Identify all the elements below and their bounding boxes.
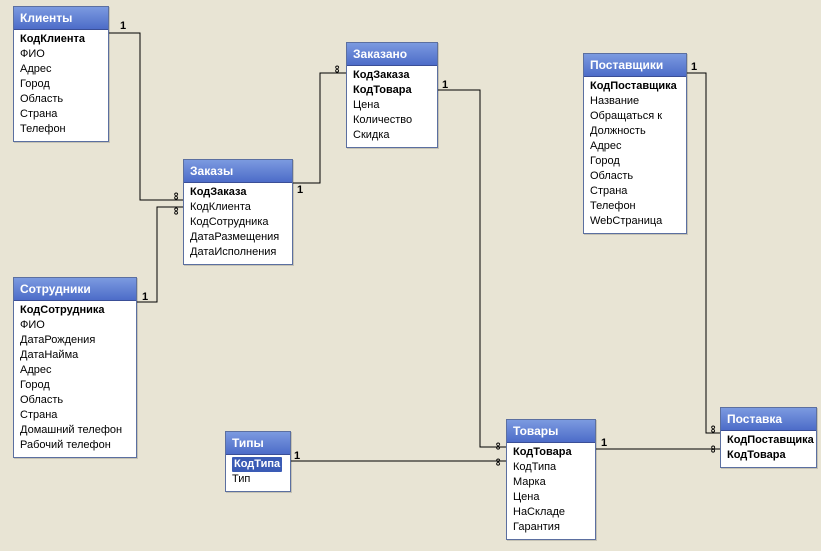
entity-field[interactable]: КодСотрудника [20, 303, 130, 318]
entity-field[interactable]: Телефон [20, 122, 102, 137]
entity-orderDetails-title[interactable]: Заказано [347, 43, 437, 66]
card-one-orders: 1 [297, 184, 303, 196]
entity-field[interactable]: Телефон [590, 199, 680, 214]
entity-field[interactable]: Обращаться к [590, 109, 680, 124]
entity-field[interactable]: КодЗаказа [190, 185, 286, 200]
entity-field[interactable]: КодПоставщика [727, 433, 810, 448]
entity-products-title[interactable]: Товары [507, 420, 595, 443]
card-one-ordered-prod: 1 [442, 79, 448, 91]
card-many-products-type: ∞ [492, 458, 504, 466]
entity-types-fields: КодТипаТип [226, 455, 290, 491]
entity-field[interactable]: КодКлиента [190, 200, 286, 215]
entity-field[interactable]: WebСтраница [590, 214, 680, 229]
entity-field[interactable]: Город [590, 154, 680, 169]
entity-field[interactable]: КодЗаказа [353, 68, 431, 83]
entity-field[interactable]: Цена [513, 490, 589, 505]
card-one-products-supply: 1 [601, 437, 607, 449]
entity-field[interactable]: Марка [513, 475, 589, 490]
entity-field[interactable]: Адрес [20, 62, 102, 77]
entity-products[interactable]: Товары КодТовараКодТипаМаркаЦенаНаСкладе… [506, 419, 596, 540]
entity-clients[interactable]: Клиенты КодКлиентаФИОАдресГородОбластьСт… [13, 6, 109, 142]
entity-field[interactable]: ДатаНайма [20, 348, 130, 363]
entity-suppliers-title[interactable]: Поставщики [584, 54, 686, 77]
card-many-ordered: ∞ [331, 65, 343, 73]
entity-products-fields: КодТовараКодТипаМаркаЦенаНаСкладеГаранти… [507, 443, 595, 539]
entity-types[interactable]: Типы КодТипаТип [225, 431, 291, 492]
entity-field[interactable]: КодТипа [232, 457, 284, 472]
entity-field[interactable]: КодТовара [727, 448, 810, 463]
er-diagram-canvas: 1 ∞ 1 ∞ 1 ∞ 1 ∞ 1 ∞ 1 ∞ 1 ∞ Клиенты КодК… [0, 0, 821, 551]
entity-field[interactable]: ФИО [20, 318, 130, 333]
card-many-products-ord: ∞ [492, 442, 504, 450]
entity-field[interactable]: КодКлиента [20, 32, 102, 47]
entity-field[interactable]: Домашний телефон [20, 423, 130, 438]
card-many-orders-emp: ∞ [170, 207, 182, 215]
entity-field[interactable]: Область [590, 169, 680, 184]
entity-field[interactable]: Область [20, 92, 102, 107]
entity-field[interactable]: Страна [20, 107, 102, 122]
entity-orderDetails-fields: КодЗаказаКодТовараЦенаКоличествоСкидка [347, 66, 437, 147]
entity-field[interactable]: КодСотрудника [190, 215, 286, 230]
entity-field[interactable]: Город [20, 378, 130, 393]
card-many-supply-prod: ∞ [707, 445, 719, 453]
entity-field[interactable]: Количество [353, 113, 431, 128]
entity-field[interactable]: КодПоставщика [590, 79, 680, 94]
card-one-employees: 1 [142, 291, 148, 303]
entity-field[interactable]: НаСкладе [513, 505, 589, 520]
entity-field[interactable]: Адрес [20, 363, 130, 378]
entity-suppliers[interactable]: Поставщики КодПоставщикаНазваниеОбращать… [583, 53, 687, 234]
entity-orders-fields: КодЗаказаКодКлиентаКодСотрудникаДатаРазм… [184, 183, 292, 264]
entity-field[interactable]: Рабочий телефон [20, 438, 130, 453]
entity-suppliers-fields: КодПоставщикаНазваниеОбращаться кДолжнос… [584, 77, 686, 233]
entity-clients-fields: КодКлиентаФИОАдресГородОбластьСтранаТеле… [14, 30, 108, 141]
card-many-supply-sup: ∞ [707, 425, 719, 433]
entity-supply-title[interactable]: Поставка [721, 408, 816, 431]
card-one-types: 1 [294, 450, 300, 462]
entity-supply-fields: КодПоставщикаКодТовара [721, 431, 816, 467]
entity-field[interactable]: Цена [353, 98, 431, 113]
entity-field[interactable]: Страна [20, 408, 130, 423]
card-one-clients: 1 [120, 20, 126, 32]
entity-employees[interactable]: Сотрудники КодСотрудникаФИОДатаРожденияД… [13, 277, 137, 458]
entity-field[interactable]: Адрес [590, 139, 680, 154]
entity-employees-title[interactable]: Сотрудники [14, 278, 136, 301]
entity-field[interactable]: Скидка [353, 128, 431, 143]
entity-field[interactable]: Тип [232, 472, 284, 487]
entity-supply[interactable]: Поставка КодПоставщикаКодТовара [720, 407, 817, 468]
entity-field[interactable]: ДатаИсполнения [190, 245, 286, 260]
entity-field[interactable]: КодТовара [513, 445, 589, 460]
entity-employees-fields: КодСотрудникаФИОДатаРожденияДатаНаймаАдр… [14, 301, 136, 457]
entity-field[interactable]: Страна [590, 184, 680, 199]
entity-field[interactable]: Гарантия [513, 520, 589, 535]
entity-field[interactable]: КодТипа [513, 460, 589, 475]
entity-orders-title[interactable]: Заказы [184, 160, 292, 183]
card-many-orders-client: ∞ [170, 192, 182, 200]
entity-field[interactable]: Должность [590, 124, 680, 139]
entity-field[interactable]: Область [20, 393, 130, 408]
entity-field[interactable]: Город [20, 77, 102, 92]
entity-orderDetails[interactable]: Заказано КодЗаказаКодТовараЦенаКоличеств… [346, 42, 438, 148]
entity-field[interactable]: ДатаРождения [20, 333, 130, 348]
entity-field[interactable]: КодТовара [353, 83, 431, 98]
entity-orders[interactable]: Заказы КодЗаказаКодКлиентаКодСотрудникаД… [183, 159, 293, 265]
entity-field[interactable]: ФИО [20, 47, 102, 62]
entity-clients-title[interactable]: Клиенты [14, 7, 108, 30]
card-one-suppliers: 1 [691, 61, 697, 73]
entity-field[interactable]: Название [590, 94, 680, 109]
entity-field[interactable]: ДатаРазмещения [190, 230, 286, 245]
entity-types-title[interactable]: Типы [226, 432, 290, 455]
